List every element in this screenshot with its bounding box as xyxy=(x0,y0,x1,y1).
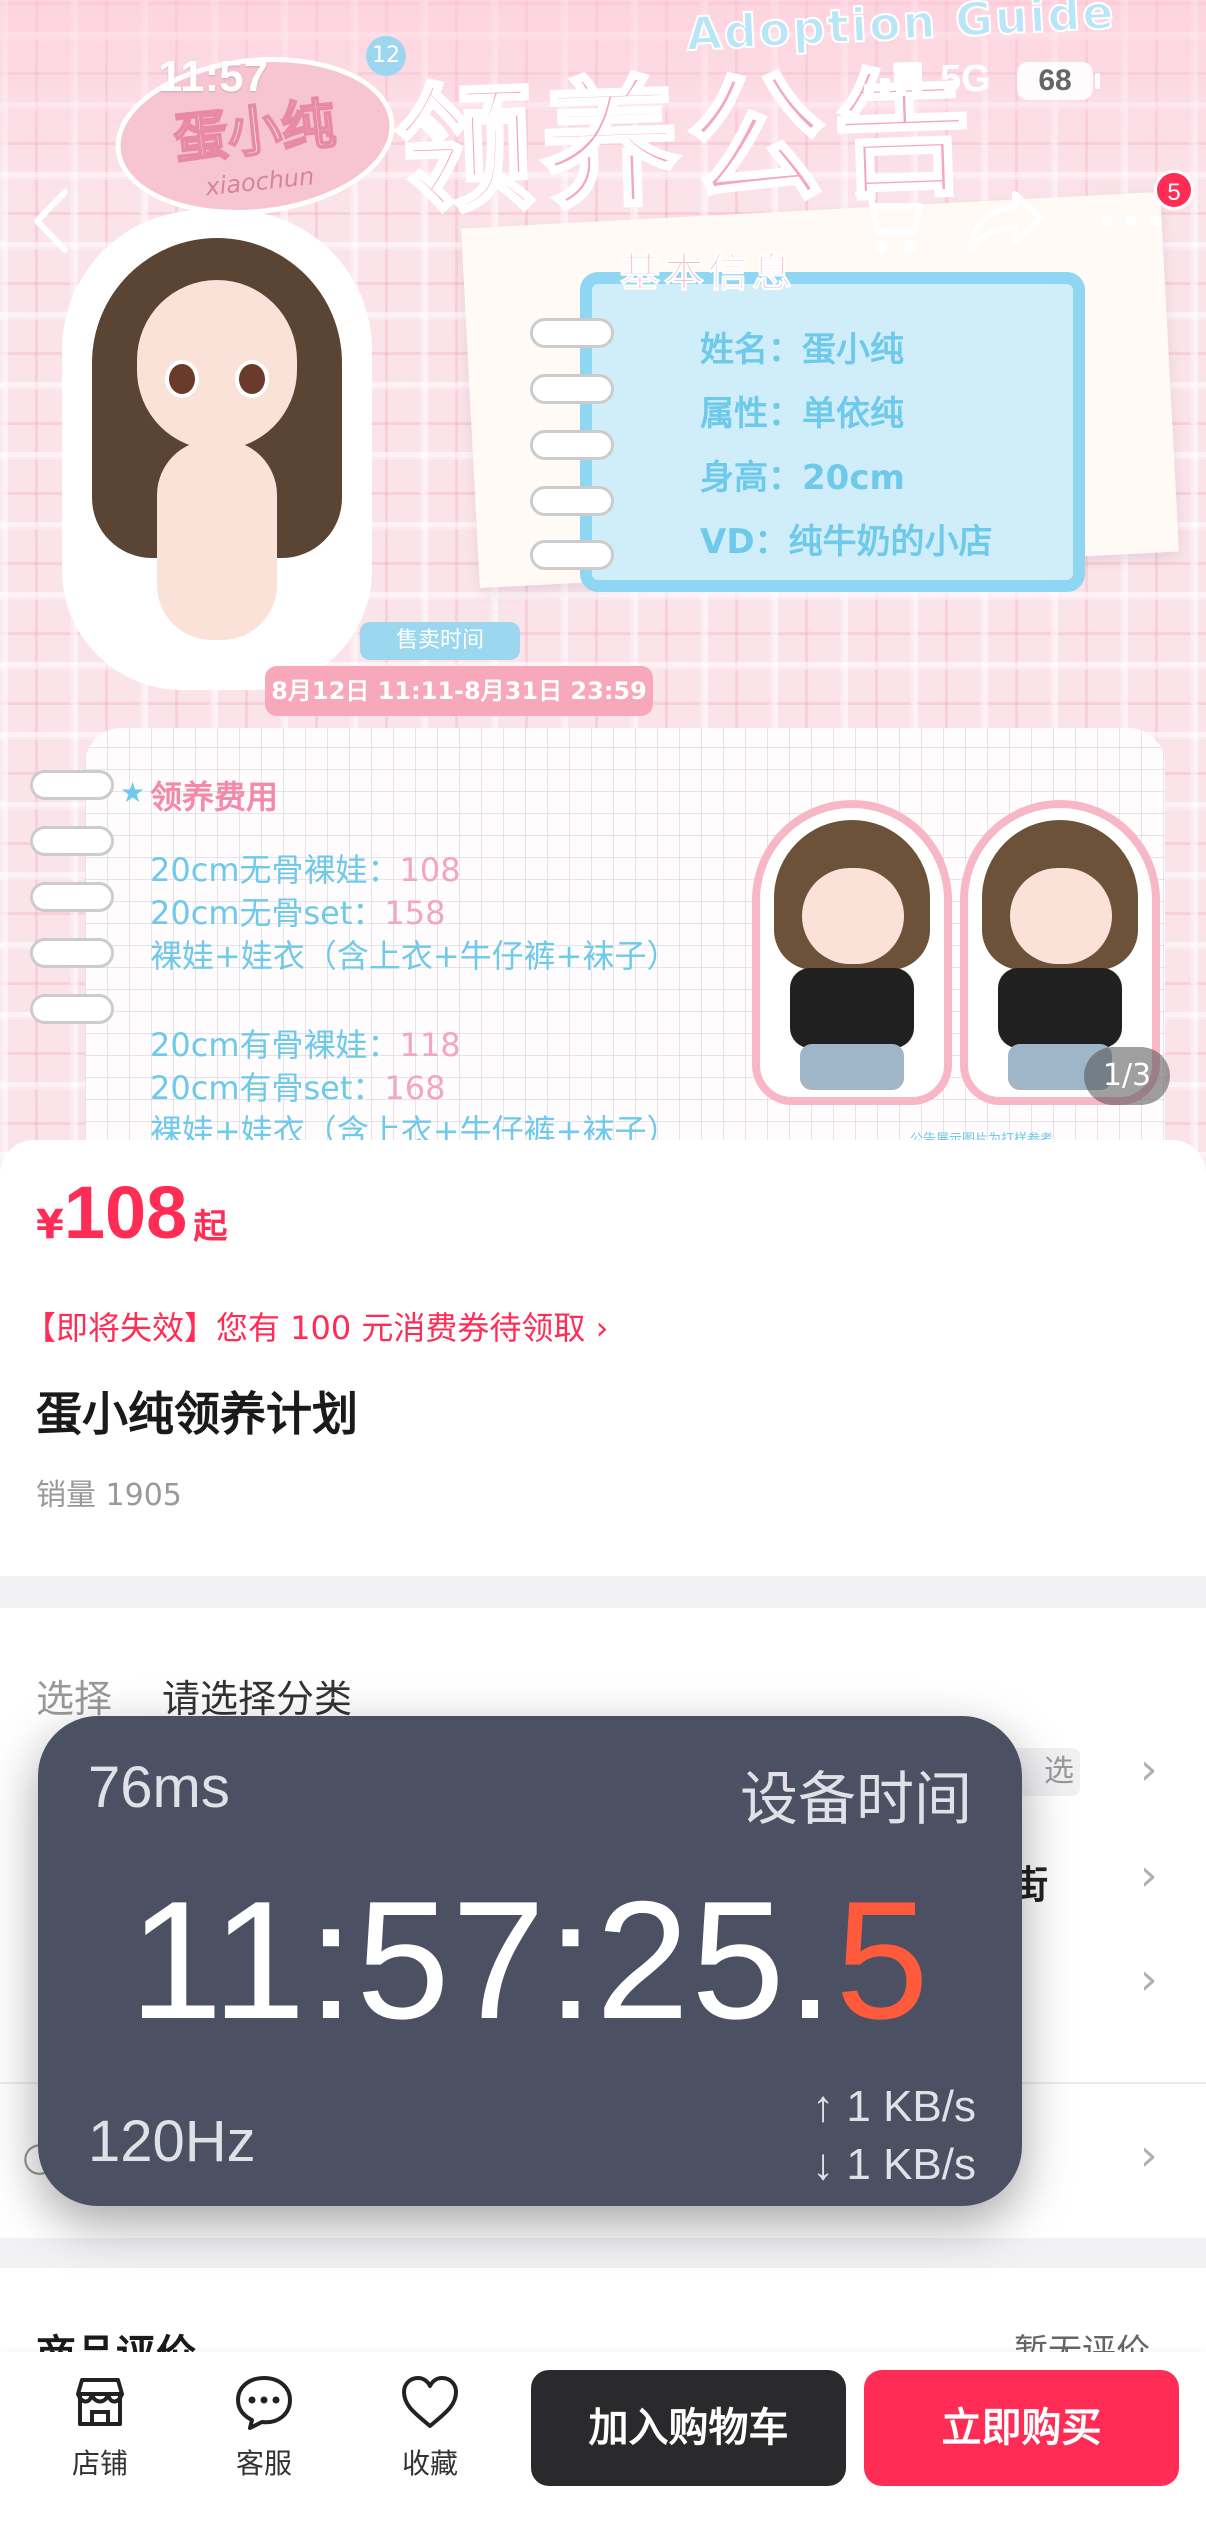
device-time-label: 设备时间 xyxy=(739,1765,972,1833)
notification-badge: 5 xyxy=(1154,170,1194,210)
binder-ring xyxy=(530,486,614,516)
info-line: 姓名：蛋小纯 xyxy=(700,330,904,370)
tab-label: 收藏 xyxy=(401,2447,458,2480)
chevron-right-icon[interactable]: › xyxy=(1140,2130,1158,2181)
doll-eye xyxy=(165,360,199,398)
doll-outfit-image xyxy=(752,800,952,1105)
network-type: 5G xyxy=(940,58,991,100)
info-line: VD：纯牛奶的小店 xyxy=(700,522,993,562)
chevron-right-icon[interactable]: › xyxy=(1140,1850,1158,1901)
binder-ring xyxy=(530,430,614,460)
battery-icon: 68 xyxy=(1017,62,1093,100)
binder-ring xyxy=(30,994,114,1024)
upload-speed: ↑ 1 KB/s xyxy=(812,2082,976,2131)
tab-store[interactable]: 店铺 xyxy=(30,2370,170,2482)
fee-line: 20cm无骨set：158 xyxy=(150,894,446,932)
fee-line: 裸娃+娃衣（含上衣+牛仔裤+袜子） xyxy=(150,937,679,975)
select-sku-option[interactable]: 请选择分类 xyxy=(162,1668,352,1723)
section-divider xyxy=(0,2238,1206,2268)
doll-face xyxy=(137,280,297,450)
tab-customer-service[interactable]: 客服 xyxy=(194,2370,334,2482)
chevron-right-icon[interactable]: › xyxy=(1140,1954,1158,2005)
clock-main: 11:57:25. xyxy=(129,1866,836,2054)
section-divider xyxy=(0,1576,1206,1608)
download-speed: ↓ 1 KB/s xyxy=(812,2140,976,2189)
price-symbol: ¥ xyxy=(36,1202,64,1248)
info-line: 属性：单依纯 xyxy=(700,394,904,434)
signal-icon xyxy=(864,62,926,96)
add-to-cart-button[interactable]: 加入购物车 xyxy=(531,2370,846,2486)
sales-count: 销量 1905 xyxy=(36,1478,182,1513)
latency: 76ms xyxy=(88,1755,230,1820)
tab-label: 店铺 xyxy=(71,2447,128,2480)
binder-ring xyxy=(30,770,114,800)
chat-icon xyxy=(236,2376,292,2430)
binder-ring xyxy=(30,826,114,856)
doll-body xyxy=(157,440,277,640)
clock-fraction: 5 xyxy=(835,1866,931,2054)
product-image-carousel[interactable]: Adoption Guide 领养公告 蛋小纯 xiaochun 12 基本信息… xyxy=(0,0,1206,1160)
sale-time: 8月12日 11:11-8月31日 23:59 xyxy=(265,666,653,716)
battery-tip xyxy=(1095,73,1100,89)
fee-heading: 领养费用 xyxy=(150,778,279,816)
binder-ring xyxy=(530,374,614,404)
price-suffix: 起 xyxy=(193,1207,228,1247)
binder-ring xyxy=(30,882,114,912)
fee-line: 20cm无骨裸娃：108 xyxy=(150,851,461,889)
fee-line: 20cm有骨裸娃：118 xyxy=(150,1026,461,1064)
hero-number-badge: 12 xyxy=(366,36,406,76)
price: ¥108 起 xyxy=(36,1170,227,1255)
info-line: 身高：20cm xyxy=(700,458,905,498)
coupon-link[interactable]: 【即将失效】您有 100 元消费券待领取 › xyxy=(24,1303,608,1349)
heart-icon xyxy=(402,2376,458,2428)
refresh-rate: 120Hz xyxy=(88,2109,256,2174)
carousel-page-indicator: 1/3 xyxy=(1084,1047,1170,1105)
select-label: 选择 xyxy=(36,1677,113,1721)
doll-eye xyxy=(235,360,269,398)
status-time: 11:57 xyxy=(158,52,269,101)
tab-favorite[interactable]: 收藏 xyxy=(360,2370,500,2482)
binder-ring xyxy=(530,540,614,570)
cart-icon[interactable] xyxy=(844,176,934,266)
floating-clock-overlay[interactable]: 76ms 设备时间 11:57:25.5 120Hz ↑ 1 KB/s ↓ 1 … xyxy=(38,1716,1022,2206)
product-title: 蛋小纯领养计划 xyxy=(36,1387,358,1441)
binder-ring xyxy=(530,318,614,348)
store-icon xyxy=(76,2378,124,2426)
clock-display: 11:57:25.5 xyxy=(38,1864,1022,2057)
chevron-right-icon[interactable]: › xyxy=(1140,1744,1158,1795)
fee-line: 20cm有骨set：168 xyxy=(150,1069,446,1107)
binder-ring xyxy=(30,938,114,968)
doll-main-image xyxy=(62,210,372,690)
price-value: 108 xyxy=(63,1171,188,1254)
share-icon[interactable] xyxy=(960,176,1050,266)
back-icon[interactable] xyxy=(6,176,96,266)
tab-label: 客服 xyxy=(235,2447,292,2480)
sale-time-label: 售卖时间 xyxy=(360,622,520,660)
info-heading: 基本信息 xyxy=(620,250,796,297)
star-icon: ★ xyxy=(120,776,146,809)
buy-now-button[interactable]: 立即购买 xyxy=(864,2370,1179,2486)
